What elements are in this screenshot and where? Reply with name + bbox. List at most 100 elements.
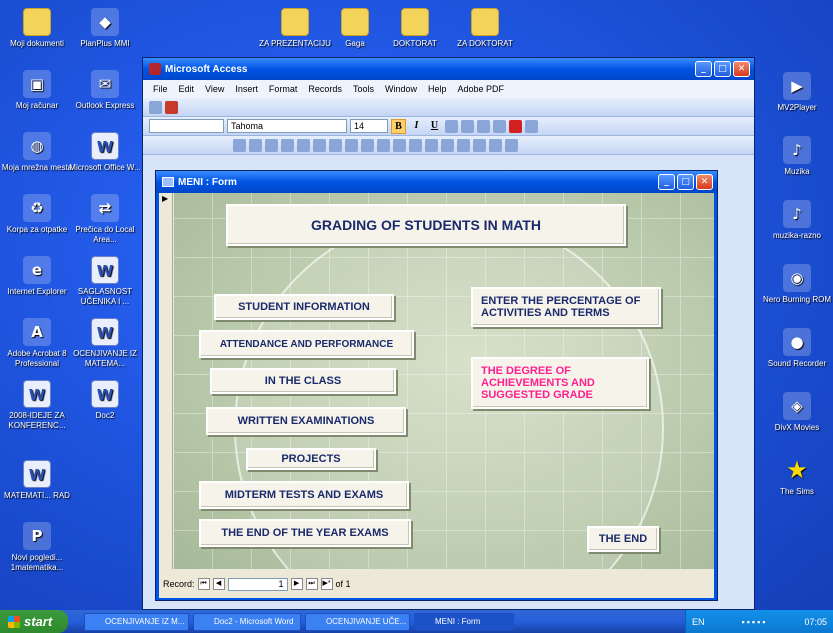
form-title-bar[interactable]: MENI : Form _ □ ✕ — [156, 171, 717, 193]
desktop-right-icon-0[interactable]: ▶ MV2Player — [760, 72, 833, 113]
form-title: MENI : Form — [178, 176, 237, 188]
start-button[interactable]: start — [0, 610, 68, 633]
font-size-combo[interactable]: 14 — [350, 119, 388, 133]
end-of-year-exams-button[interactable]: THE END OF THE YEAR EXAMS — [199, 519, 411, 547]
written-examinations-button[interactable]: WRITTEN EXAMINATIONS — [206, 407, 406, 435]
desktop-top-icon-2[interactable]: DOKTORAT — [378, 8, 452, 49]
enter-percentage-button[interactable]: ENTER THE PERCENTAGE OF ACTIVITIES AND T… — [471, 287, 661, 327]
desktop-left-icon-10[interactable]: A Adobe Acrobat 8 Professional — [0, 318, 74, 369]
desktop-left-icon-11[interactable]: W OCENJIVANJE IZ MATEMA... — [68, 318, 142, 369]
menu-format[interactable]: Format — [269, 84, 298, 94]
paste-icon[interactable] — [345, 138, 358, 152]
projects-button[interactable]: PROJECTS — [246, 448, 376, 470]
degree-of-achievements-button[interactable]: THE DEGREE OF ACHIEVEMENTS AND SUGGESTED… — [471, 357, 649, 409]
folder-icon — [341, 8, 369, 36]
desktop-left-icon-1[interactable]: ◆ PlanPlus MMI — [68, 8, 142, 49]
desktop-left-icon-14[interactable]: W MATEMATI... RAD — [0, 460, 74, 501]
desktop-left-icon-4[interactable]: ◍ Moja mrežna mesta — [0, 132, 74, 173]
acrobat-icon[interactable] — [165, 100, 178, 114]
copy-icon[interactable] — [329, 138, 342, 152]
save-icon[interactable] — [249, 138, 262, 152]
database-window-icon[interactable] — [473, 138, 486, 152]
desktop-right-icon-3[interactable]: ◉ Nero Burning ROM — [760, 264, 833, 305]
delete-record-icon[interactable] — [457, 138, 470, 152]
menu-records[interactable]: Records — [308, 84, 342, 94]
fill-color-icon[interactable] — [493, 119, 506, 133]
menu-insert[interactable]: Insert — [235, 84, 258, 94]
the-end-button[interactable]: THE END — [587, 526, 659, 552]
desktop-left-icon-13[interactable]: W Doc2 — [68, 380, 142, 421]
task-meni-form[interactable]: MENI : Form — [414, 612, 514, 631]
desktop-left-icon-8[interactable]: e Internet Explorer — [0, 256, 74, 297]
print-icon[interactable] — [265, 138, 278, 152]
desktop-left-icon-6[interactable]: ♻ Korpa za otpatke — [0, 194, 74, 235]
desktop-right-icon-6[interactable]: ★ The Sims — [760, 456, 833, 497]
menu-tools[interactable]: Tools — [353, 84, 374, 94]
desktop-left-icon-15[interactable]: P Novi pogledi... 1matematika... — [0, 522, 74, 573]
language-indicator[interactable]: EN — [692, 617, 705, 627]
desktop-top-icon-3[interactable]: ZA DOKTORAT — [448, 8, 522, 49]
form-minimize-icon[interactable]: _ — [658, 174, 675, 190]
menu-help[interactable]: Help — [428, 84, 447, 94]
task-ocenjivanje-matema[interactable]: OCENJIVANJE IZ M... — [84, 612, 189, 631]
maximize-icon[interactable]: □ — [714, 61, 731, 77]
next-record-icon[interactable]: ▶ — [290, 578, 303, 590]
undo-icon[interactable] — [361, 138, 374, 152]
desktop-right-icon-4[interactable]: ● Sound Recorder — [760, 328, 833, 369]
view-icon[interactable] — [233, 138, 246, 152]
font-color-icon[interactable] — [509, 119, 522, 133]
form-close-icon[interactable]: ✕ — [696, 174, 713, 190]
desktop-left-icon-5[interactable]: W Microsoft Office W... — [68, 132, 142, 173]
cut-icon[interactable] — [313, 138, 326, 152]
student-information-button[interactable]: STUDENT INFORMATION — [214, 294, 394, 320]
desktop-left-icon-0[interactable]: Moji dokumenti — [0, 8, 74, 49]
sort-descending-icon[interactable] — [393, 138, 406, 152]
desktop-left-icon-7[interactable]: ⇄ Prečica do Local Area... — [68, 194, 142, 245]
minimize-icon[interactable]: _ — [695, 61, 712, 77]
sort-ascending-icon[interactable] — [377, 138, 390, 152]
desktop-left-icon-9[interactable]: W SAGLASNOST UČENIKA I ... — [68, 256, 142, 307]
record-selector[interactable]: ▶ — [159, 193, 173, 569]
access-title-bar[interactable]: Microsoft Access _ □ ✕ — [143, 58, 754, 80]
new-record-icon[interactable] — [441, 138, 454, 152]
italic-button[interactable]: I — [409, 119, 424, 134]
line-color-icon[interactable] — [525, 119, 538, 133]
find-icon[interactable] — [425, 138, 438, 152]
spelling-icon[interactable] — [297, 138, 310, 152]
desktop-left-icon-3[interactable]: ✉ Outlook Express — [68, 70, 142, 111]
task-ocenjivanje-ucenika[interactable]: OCENJIVANJE UČE... — [305, 612, 410, 631]
font-name-combo[interactable]: Tahoma — [227, 119, 347, 133]
underline-button[interactable]: U — [427, 119, 442, 134]
menu-window[interactable]: Window — [385, 84, 417, 94]
bold-button[interactable]: B — [391, 118, 406, 134]
desktop-right-icon-5[interactable]: ◈ DivX Movies — [760, 392, 833, 433]
desktop-right-icon-2[interactable]: ♪ muzika-razno — [760, 200, 833, 241]
menu-file[interactable]: File — [153, 84, 168, 94]
last-record-icon[interactable]: ⏭ — [305, 578, 318, 590]
design-view-icon[interactable] — [149, 100, 162, 114]
desktop-left-icon-12[interactable]: W 2008-IDEJE ZA KONFERENC... — [0, 380, 74, 431]
in-the-class-button[interactable]: IN THE CLASS — [210, 368, 396, 394]
align-right-icon[interactable] — [477, 119, 490, 133]
first-record-icon[interactable]: ⏮ — [197, 578, 210, 590]
form-maximize-icon[interactable]: □ — [677, 174, 694, 190]
new-object-icon[interactable] — [489, 138, 502, 152]
previous-record-icon[interactable]: ◀ — [212, 578, 225, 590]
object-combo[interactable] — [149, 119, 224, 133]
attendance-performance-button[interactable]: ATTENDANCE AND PERFORMANCE — [199, 330, 414, 358]
close-icon[interactable]: ✕ — [733, 61, 750, 77]
new-record-nav-icon[interactable]: ▶* — [320, 578, 333, 590]
print-preview-icon[interactable] — [281, 138, 294, 152]
menu-edit[interactable]: Edit — [179, 84, 195, 94]
task-doc2-word[interactable]: Doc2 - Microsoft Word — [193, 612, 301, 631]
midterm-tests-button[interactable]: MIDTERM TESTS AND EXAMS — [199, 481, 409, 509]
align-left-icon[interactable] — [445, 119, 458, 133]
help-icon[interactable] — [505, 138, 518, 152]
filter-icon[interactable] — [409, 138, 422, 152]
record-number-input[interactable]: 1 — [227, 577, 288, 591]
desktop-left-icon-2[interactable]: ▣ Moj računar — [0, 70, 74, 111]
menu-view[interactable]: View — [205, 84, 224, 94]
align-center-icon[interactable] — [461, 119, 474, 133]
desktop-right-icon-1[interactable]: ♪ Muzika — [760, 136, 833, 177]
menu-adobe-pdf[interactable]: Adobe PDF — [457, 84, 504, 94]
